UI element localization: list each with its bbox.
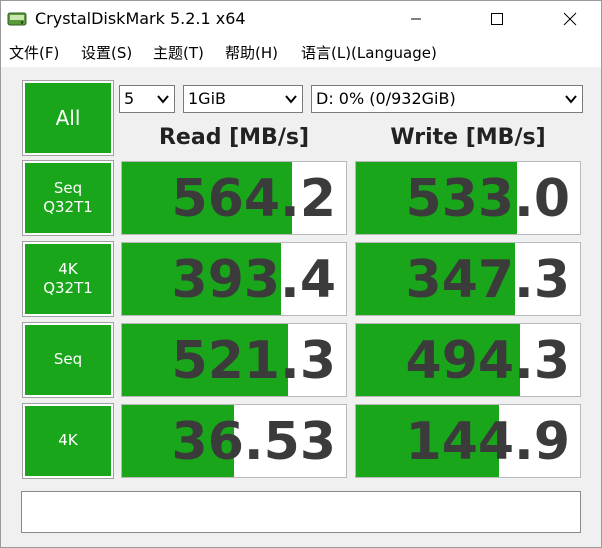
drive-select[interactable]: D: 0% (0/932GiB) xyxy=(311,85,583,113)
test-count-select[interactable]: 5 xyxy=(119,85,175,113)
menu-theme[interactable]: 主题(T) xyxy=(153,42,204,63)
seq-q32t1-read-cell: 564.2 xyxy=(121,161,347,235)
menu-file[interactable]: 文件(F) xyxy=(9,42,59,63)
4k-write-cell: 144.9 xyxy=(355,404,581,478)
chevron-down-icon xyxy=(157,95,169,104)
test-size-value: 1GiB xyxy=(188,89,226,108)
seq-q32t1-write-cell: 533.0 xyxy=(355,161,581,235)
disk-app-icon xyxy=(7,9,27,29)
close-icon xyxy=(563,12,577,26)
seq-write-cell: 494.3 xyxy=(355,323,581,397)
seq-q32t1-button[interactable]: Seq Q32T1 xyxy=(22,160,114,236)
title-bar[interactable]: CrystalDiskMark 5.2.1 x64 xyxy=(1,1,601,37)
minimize-button[interactable] xyxy=(393,3,439,35)
read-column-header: Read [MB/s] xyxy=(158,125,309,150)
all-button[interactable]: All xyxy=(22,80,114,156)
menu-settings[interactable]: 设置(S) xyxy=(81,42,132,63)
menu-bar: 文件(F) 设置(S) 主题(T) 帮助(H) 语言(L)(Language) xyxy=(1,37,601,67)
comment-input[interactable] xyxy=(21,491,581,533)
test-count-value: 5 xyxy=(124,89,135,108)
maximize-button[interactable] xyxy=(473,3,519,35)
drive-value: D: 0% (0/932GiB) xyxy=(316,89,456,108)
4k-read-value: 36.53 xyxy=(171,412,336,472)
4k-write-value: 144.9 xyxy=(405,412,570,472)
chevron-down-icon xyxy=(565,95,577,104)
test-size-select[interactable]: 1GiB xyxy=(183,85,303,113)
menu-language[interactable]: 语言(L)(Language) xyxy=(301,42,437,63)
main-panel: All 5 1GiB D: 0% (0/932GiB) Read [MB/s] … xyxy=(1,67,601,547)
4k-q32t1-read-cell: 393.4 xyxy=(121,242,347,316)
4k-q32t1-read-value: 393.4 xyxy=(171,250,336,310)
menu-help[interactable]: 帮助(H) xyxy=(225,42,278,63)
seq-q32t1-read-value: 564.2 xyxy=(171,169,336,229)
seq-button[interactable]: Seq xyxy=(22,322,114,398)
4k-q32t1-write-value: 347.3 xyxy=(405,250,570,310)
window-title: CrystalDiskMark 5.2.1 x64 xyxy=(35,9,246,28)
chevron-down-icon xyxy=(285,95,297,104)
close-button[interactable] xyxy=(547,3,593,35)
write-column-header: Write [MB/s] xyxy=(390,125,546,150)
app-window: CrystalDiskMark 5.2.1 x64 文件(F) 设置(S) 主题… xyxy=(0,0,602,548)
4k-q32t1-write-cell: 347.3 xyxy=(355,242,581,316)
4k-button[interactable]: 4K xyxy=(22,403,114,479)
4k-read-cell: 36.53 xyxy=(121,404,347,478)
maximize-icon xyxy=(491,13,503,25)
4k-q32t1-button[interactable]: 4K Q32T1 xyxy=(22,241,114,317)
seq-read-value: 521.3 xyxy=(171,331,336,391)
seq-read-cell: 521.3 xyxy=(121,323,347,397)
minimize-icon xyxy=(411,18,421,20)
seq-q32t1-write-value: 533.0 xyxy=(405,169,570,229)
seq-write-value: 494.3 xyxy=(405,331,570,391)
